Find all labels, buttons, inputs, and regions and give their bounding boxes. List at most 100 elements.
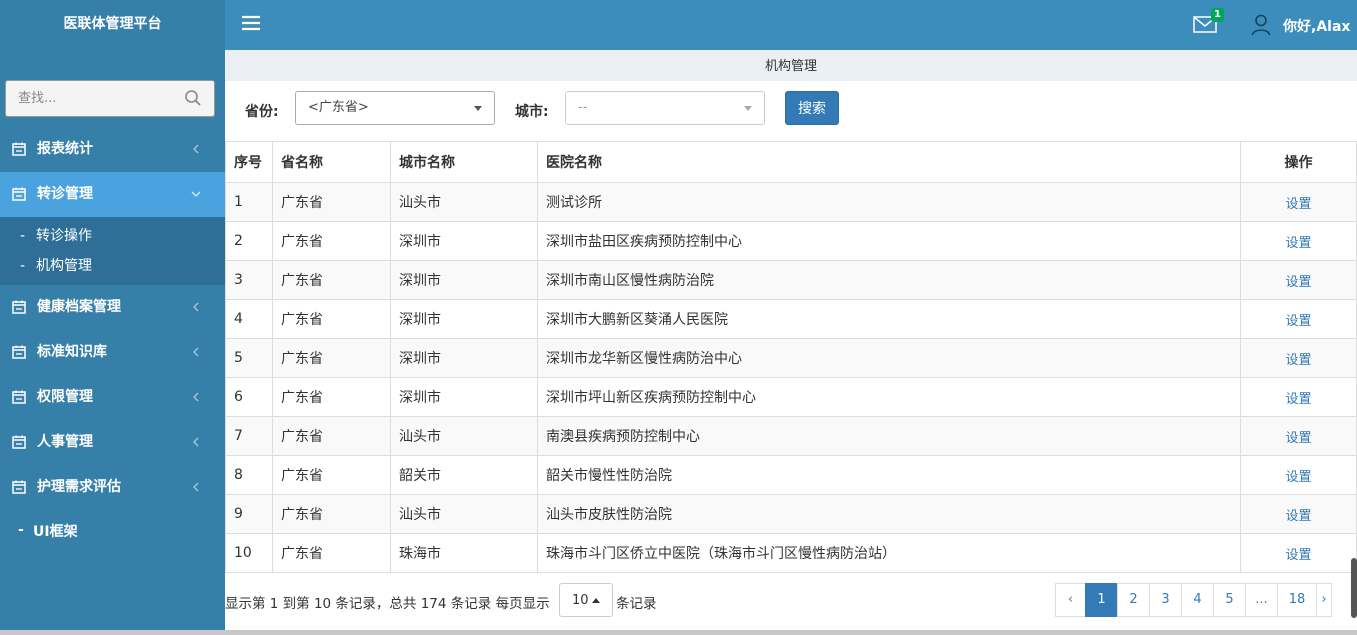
pagination-page[interactable]: 4 [1181,583,1214,617]
table-row: 6 广东省 深圳市 深圳市坪山新区疾病预防控制中心 设置 [225,377,1357,417]
cell-index: 10 [225,533,273,573]
pagination-page[interactable]: 2 [1117,583,1150,617]
dropdown-arrow-icon [744,106,752,111]
cell-action: 设置 [1240,494,1357,534]
calendar-icon [12,345,26,359]
user-icon[interactable] [1251,14,1271,36]
sidebar-item-label: 标准知识库 [37,344,107,360]
sidebar-item-report[interactable]: 报表统计 [0,127,225,172]
cell-action: 设置 [1240,416,1357,456]
chevron-left-icon [193,302,199,312]
chevron-down-icon [191,191,201,197]
cell-city: 韶关市 [390,455,538,495]
cell-province: 广东省 [272,299,391,339]
cell-hospital: 韶关市慢性性防治院 [537,455,1241,495]
sidebar-item-ui-frame[interactable]: - UI框架 [0,510,225,555]
cell-index: 2 [225,221,273,261]
filter-bar: 省份: <广东省> 城市: -- 搜索 [225,81,1357,141]
settings-link[interactable]: 设置 [1285,197,1311,212]
settings-link[interactable]: 设置 [1285,353,1311,368]
cell-province: 广东省 [272,494,391,534]
dash-icon: - [20,228,26,244]
cell-index: 3 [225,260,273,300]
sidebar-item-knowledge-base[interactable]: 标准知识库 [0,330,225,375]
sidebar-item-nursing[interactable]: 护理需求评估 [0,465,225,510]
calendar-icon [12,300,26,314]
column-header-province: 省名称 [272,141,391,183]
pager-info: 显示第 1 到第 10 条记录，总共 174 条记录 每页显示 [225,596,550,612]
search-icon[interactable] [184,89,202,107]
table-row: 7 广东省 汕头市 南澳县疾病预防控制中心 设置 [225,416,1357,456]
mail-badge: 1 [1211,8,1224,22]
cell-index: 6 [225,377,273,417]
page-size-select[interactable]: 10 [559,583,613,617]
pagination-prev[interactable]: ‹ [1055,583,1086,617]
settings-link[interactable]: 设置 [1285,392,1311,407]
taskbar-strip [0,630,1357,635]
calendar-icon [12,480,26,494]
dash-icon: - [18,522,24,538]
pagination-page[interactable]: 3 [1149,583,1182,617]
search-button[interactable]: 搜索 [785,91,839,125]
sidebar-subitem-institution[interactable]: - 机构管理 [0,251,225,281]
sidebar-menu: 报表统计 转诊管理 - 转诊操作 - 机构管理 健康档案管理 标准知识库 权限管… [0,127,225,555]
cell-hospital: 测试诊所 [537,182,1241,222]
sidebar-item-health-records[interactable]: 健康档案管理 [0,285,225,330]
table-row: 10 广东省 珠海市 珠海市斗门区侨立中医院（珠海市斗门区慢性病防治站） 设置 [225,533,1357,573]
table-row: 9 广东省 汕头市 汕头市皮肤性防治院 设置 [225,494,1357,534]
cell-action: 设置 [1240,338,1357,378]
cell-action: 设置 [1240,455,1357,495]
calendar-icon [12,187,26,201]
sidebar-item-hr[interactable]: 人事管理 [0,420,225,465]
pagination-page[interactable]: 18 [1277,583,1317,617]
cell-index: 7 [225,416,273,456]
sidebar-item-label: 健康档案管理 [37,299,121,315]
pagination: ‹ 1 2 3 4 5 ... 18 › [1055,583,1332,617]
cell-city: 深圳市 [390,299,538,339]
cell-hospital: 深圳市坪山新区疾病预防控制中心 [537,377,1241,417]
chevron-left-icon [193,347,199,357]
settings-link[interactable]: 设置 [1285,548,1311,563]
cell-action: 设置 [1240,221,1357,261]
user-greeting[interactable]: 你好,Alax [1283,16,1350,36]
province-label: 省份: [245,104,279,120]
scrollbar-handle[interactable] [1351,558,1357,618]
city-select[interactable]: -- [565,91,765,125]
settings-link[interactable]: 设置 [1285,509,1311,524]
settings-link[interactable]: 设置 [1285,431,1311,446]
chevron-left-icon [193,437,199,447]
settings-link[interactable]: 设置 [1285,275,1311,290]
settings-link[interactable]: 设置 [1285,470,1311,485]
cell-action: 设置 [1240,260,1357,300]
sidebar-item-label: 转诊管理 [37,186,93,202]
cell-action: 设置 [1240,182,1357,222]
cell-index: 9 [225,494,273,534]
sidebar-search-input[interactable] [6,81,176,116]
cell-hospital: 深圳市南山区慢性病防治院 [537,260,1241,300]
cell-city: 汕头市 [390,416,538,456]
sidebar-subitem-referral-ops[interactable]: - 转诊操作 [0,221,225,251]
sidebar-item-label: 权限管理 [37,389,93,405]
sidebar-item-permissions[interactable]: 权限管理 [0,375,225,420]
cell-index: 8 [225,455,273,495]
cell-city: 珠海市 [390,533,538,573]
hamburger-icon[interactable] [240,12,262,34]
table-header-row: 序号 省名称 城市名称 医院名称 操作 [225,141,1357,183]
column-header-city: 城市名称 [390,141,538,183]
table-row: 4 广东省 深圳市 深圳市大鹏新区葵涌人民医院 设置 [225,299,1357,339]
cell-action: 设置 [1240,377,1357,417]
cell-index: 1 [225,182,273,222]
settings-link[interactable]: 设置 [1285,236,1311,251]
cell-province: 广东省 [272,455,391,495]
pagination-page[interactable]: 5 [1213,583,1246,617]
calendar-icon [12,142,26,156]
cell-hospital: 深圳市龙华新区慢性病防治中心 [537,338,1241,378]
cell-hospital: 珠海市斗门区侨立中医院（珠海市斗门区慢性病防治站） [537,533,1241,573]
settings-link[interactable]: 设置 [1285,314,1311,329]
cell-city: 深圳市 [390,377,538,417]
pagination-page[interactable]: 1 [1085,583,1118,617]
top-header: 1 你好,Alax [225,0,1357,50]
sidebar-item-referral[interactable]: 转诊管理 [0,172,225,217]
province-select[interactable]: <广东省> [295,91,495,125]
pagination-next[interactable]: › [1316,583,1332,617]
